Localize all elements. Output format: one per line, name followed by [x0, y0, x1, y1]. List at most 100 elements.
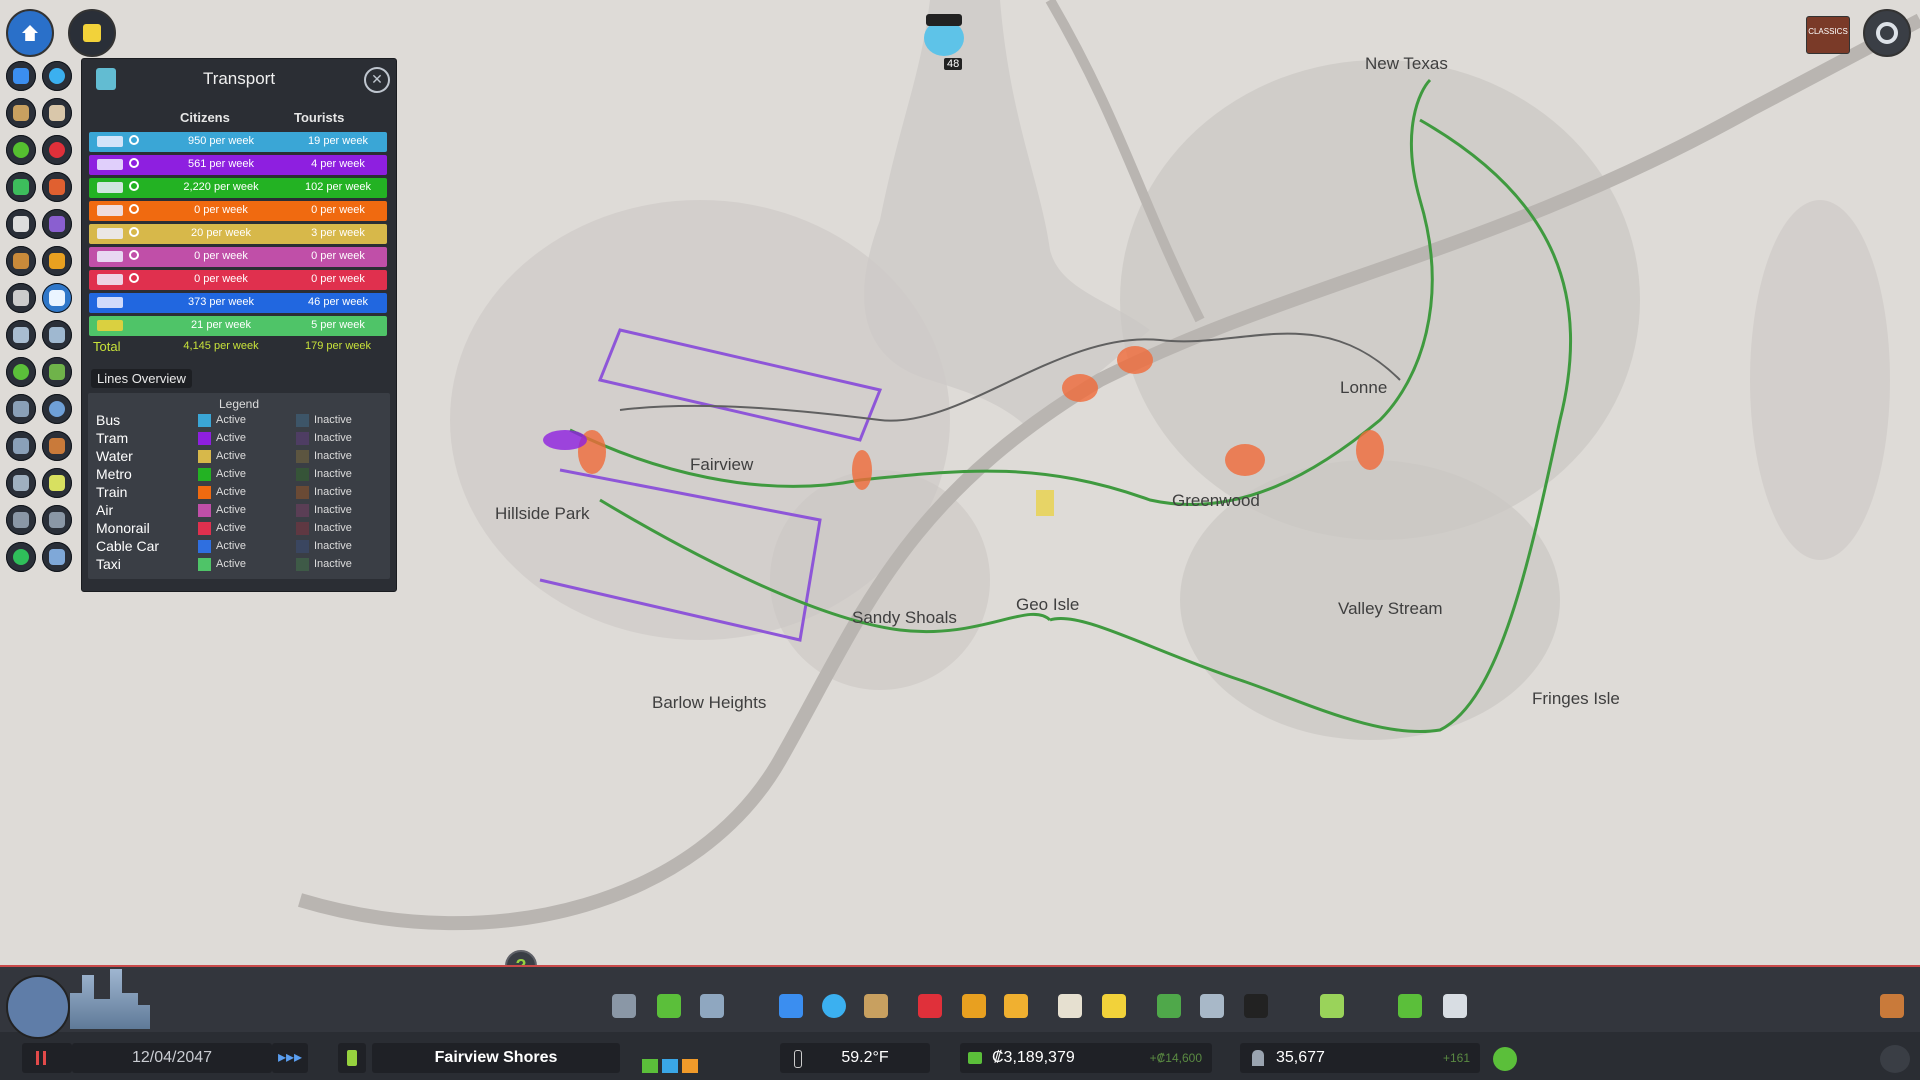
area-icon[interactable]	[1880, 994, 1904, 1018]
city-label-fringes-isle: Fringes Isle	[1532, 689, 1620, 708]
heating-view-button[interactable]	[6, 431, 36, 461]
magnifier-icon[interactable]	[129, 158, 139, 168]
health-icon[interactable]	[918, 994, 942, 1018]
transport-row-tram: 561 per week 4 per week	[89, 155, 387, 175]
mask-icon	[13, 290, 29, 306]
trash-icon	[13, 105, 29, 121]
lightning-icon	[13, 68, 29, 84]
noise-view-button[interactable]	[42, 172, 72, 202]
wind-icon	[49, 327, 65, 343]
districts-view-button[interactable]	[42, 431, 72, 461]
milestones-button[interactable]	[68, 9, 116, 57]
citizens-value: 20 per week	[191, 227, 251, 239]
radio-icon	[13, 549, 29, 565]
money-box[interactable]: ₡3,189,379 +₡14,600	[960, 1043, 1212, 1073]
radio-view-button[interactable]	[6, 542, 36, 572]
settings-button[interactable]	[1863, 9, 1911, 57]
water-icon[interactable]	[822, 994, 846, 1018]
landscaping-icon[interactable]	[1320, 994, 1344, 1018]
helmet-icon	[49, 253, 65, 269]
city-globe-icon[interactable]	[6, 975, 70, 1039]
crime-view-button[interactable]	[6, 283, 36, 313]
chirper-toggle-button[interactable]	[1880, 1045, 1910, 1073]
water-view-button[interactable]	[42, 61, 72, 91]
population-box[interactable]: 35,677 +161	[1240, 1043, 1480, 1073]
inactive-label: Inactive	[314, 468, 352, 480]
ship-icon	[97, 228, 123, 239]
active-label: Active	[216, 414, 246, 426]
traffic-view-button[interactable]	[6, 209, 36, 239]
magnifier-icon[interactable]	[129, 135, 139, 145]
money-icon[interactable]	[1398, 994, 1422, 1018]
road-view-button[interactable]	[42, 468, 72, 498]
tourists-value: 0 per week	[311, 204, 365, 216]
magnifier-icon[interactable]	[129, 273, 139, 283]
education-icon[interactable]	[1058, 994, 1082, 1018]
total-tourists: 179 per week	[304, 340, 372, 352]
city-info-button[interactable]	[338, 1043, 366, 1073]
health-view-button[interactable]	[42, 135, 72, 165]
wind-view-button[interactable]	[42, 320, 72, 350]
legend-name: Cable Car	[96, 538, 160, 554]
pause-button[interactable]	[22, 1043, 72, 1073]
lines-overview-tab[interactable]: Lines Overview	[91, 369, 192, 388]
residential-demand-bar	[642, 1059, 658, 1073]
tourism-view-button[interactable]	[42, 505, 72, 535]
magnifier-icon[interactable]	[129, 204, 139, 214]
fire-view-button[interactable]	[42, 246, 72, 276]
city-label-greenwood: Greenwood	[1172, 491, 1260, 510]
transport-view-button[interactable]	[42, 283, 72, 313]
education-view-button[interactable]	[42, 209, 72, 239]
city-label-sandy-shoals: Sandy Shoals	[852, 608, 957, 627]
fire-icon[interactable]	[962, 994, 986, 1018]
garbage-view-button[interactable]	[6, 98, 36, 128]
garbage-icon[interactable]	[864, 994, 888, 1018]
clock-icon	[49, 401, 65, 417]
noise-icon	[49, 179, 65, 195]
population-view-button[interactable]	[6, 320, 36, 350]
magnifier-icon[interactable]	[129, 250, 139, 260]
inactive-swatch	[296, 540, 309, 553]
speed-button[interactable]: ▸▸▸	[272, 1043, 308, 1073]
transport-icon[interactable]	[1102, 994, 1126, 1018]
zoom-to-city-button[interactable]	[6, 9, 54, 57]
time-view-button[interactable]	[42, 394, 72, 424]
outside-view-button[interactable]	[42, 542, 72, 572]
economy-view-button[interactable]	[6, 357, 36, 387]
close-button[interactable]: ✕	[364, 67, 390, 93]
unique-buildings-icon[interactable]	[1200, 994, 1224, 1018]
city-label-new-texas: New Texas	[1365, 54, 1448, 73]
legend-name: Tram	[96, 430, 129, 446]
magnifier-icon[interactable]	[129, 181, 139, 191]
pollution-view-button[interactable]	[6, 246, 36, 276]
transport-row-taxi: 21 per week 5 per week	[89, 316, 387, 336]
active-label: Active	[216, 504, 246, 516]
landvalue-view-button[interactable]	[6, 172, 36, 202]
date-display: 12/04/2047	[72, 1043, 272, 1073]
happiness-view-button[interactable]	[6, 135, 36, 165]
classics-badge[interactable]: CLASSICS	[1806, 16, 1850, 54]
roads-icon[interactable]	[612, 994, 636, 1018]
maintenance-view-button[interactable]	[6, 468, 36, 498]
dollar-icon	[13, 364, 29, 380]
building-level-view-button[interactable]	[42, 98, 72, 128]
snow-view-button[interactable]	[6, 505, 36, 535]
monuments-icon[interactable]	[1244, 994, 1268, 1018]
policies-icon[interactable]	[1443, 994, 1467, 1018]
nature-view-button[interactable]	[42, 357, 72, 387]
zoning-icon[interactable]	[657, 994, 681, 1018]
city-name[interactable]: Fairview Shores	[372, 1043, 620, 1073]
terrain-view-button[interactable]	[6, 394, 36, 424]
citizens-header: Citizens	[180, 110, 230, 125]
active-label: Active	[216, 540, 246, 552]
police-icon[interactable]	[1004, 994, 1028, 1018]
electricity-icon[interactable]	[779, 994, 803, 1018]
magnifier-icon[interactable]	[129, 227, 139, 237]
chirper-mascot[interactable]: 48	[920, 8, 970, 70]
districts-icon[interactable]	[700, 994, 724, 1018]
active-swatch	[198, 540, 211, 553]
electricity-view-button[interactable]	[6, 61, 36, 91]
legend-row-cable-car: Cable Car Active Inactive	[88, 538, 390, 555]
happiness-icon[interactable]	[1493, 1047, 1517, 1071]
parks-icon[interactable]	[1157, 994, 1181, 1018]
